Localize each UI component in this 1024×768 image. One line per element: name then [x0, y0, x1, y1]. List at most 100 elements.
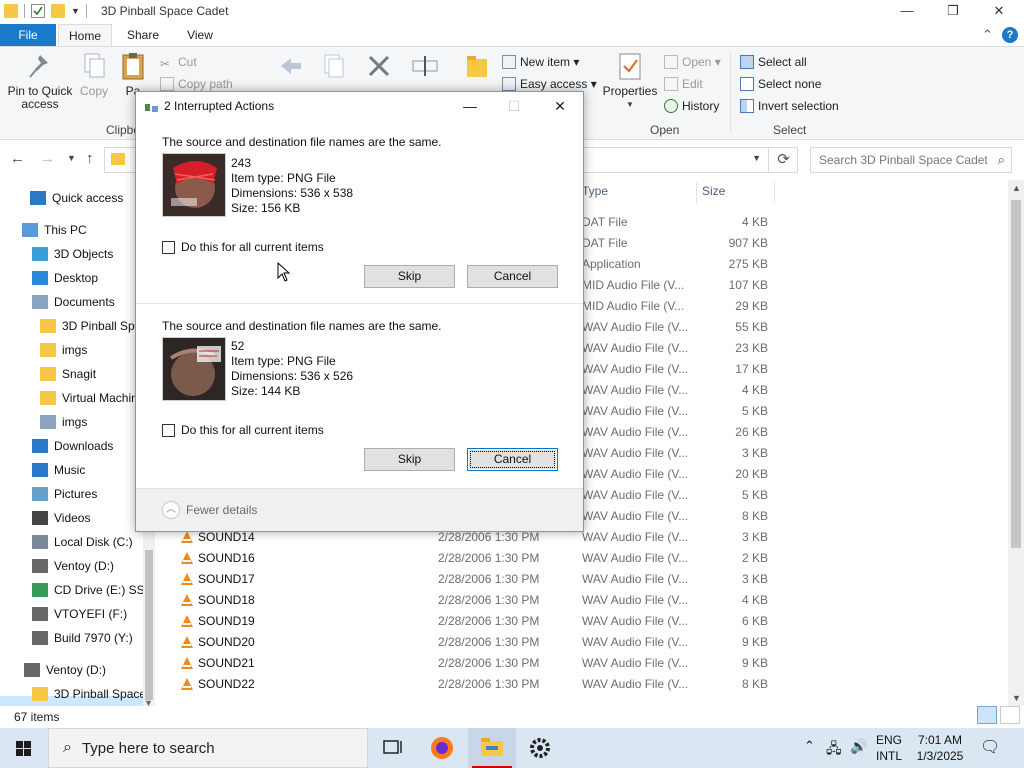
column-header-size[interactable]: Size: [702, 184, 725, 198]
history-button[interactable]: History: [664, 97, 719, 115]
file-row[interactable]: SOUND19 2/28/2006 1:30 PM WAV Audio File (…: [160, 611, 1000, 632]
help-icon[interactable]: ?: [1002, 27, 1018, 43]
show-hidden-icons-chevron-icon[interactable]: ⌃: [804, 738, 815, 754]
star-icon: [30, 191, 46, 205]
file-size: 23 KB: [735, 341, 768, 355]
nav-item[interactable]: 3D Pinball Space: [32, 683, 143, 705]
nav-item[interactable]: This PC: [22, 219, 143, 241]
open-button[interactable]: Open ▾: [664, 53, 721, 71]
notifications-icon[interactable]: 🗨: [980, 737, 1000, 757]
settings-gear-icon[interactable]: [516, 728, 564, 768]
properties-check-icon[interactable]: [31, 4, 45, 18]
language-indicator[interactable]: ENG INTL: [876, 732, 902, 764]
maximize-button[interactable]: ❐: [930, 0, 976, 24]
properties-button[interactable]: Properties ▼: [600, 51, 660, 111]
pin-to-quick-access-button[interactable]: Pin to Quick access: [6, 51, 74, 111]
copy-to-button[interactable]: [318, 51, 348, 85]
start-button[interactable]: [0, 728, 48, 768]
nav-item[interactable]: Desktop: [32, 267, 143, 289]
volume-icon[interactable]: 🔊: [850, 738, 867, 755]
cancel-button[interactable]: Cancel: [467, 265, 558, 288]
back-arrow-icon[interactable]: ←: [10, 150, 25, 167]
nav-item[interactable]: Ventoy (D:): [32, 555, 143, 577]
minimize-button[interactable]: —: [884, 0, 930, 24]
search-input[interactable]: Search 3D Pinball Space Cadet ⌕: [810, 147, 1012, 173]
dialog-close-button[interactable]: ✕: [538, 94, 582, 120]
dialog-minimize-button[interactable]: —: [448, 94, 492, 120]
nav-item[interactable]: VTOYEFI (F:): [32, 603, 143, 625]
copy-button[interactable]: Copy: [76, 51, 112, 98]
file-row[interactable]: SOUND17 2/28/2006 1:30 PM WAV Audio File (…: [160, 569, 1000, 590]
details-view-icon[interactable]: [977, 706, 997, 724]
file-size: 20 KB: [735, 467, 768, 481]
nav-item[interactable]: 3D Objects: [32, 243, 143, 265]
collapse-ribbon-chevron-icon[interactable]: ⌃: [982, 27, 993, 43]
skip-button[interactable]: Skip: [364, 265, 455, 288]
file-row[interactable]: SOUND16 2/28/2006 1:30 PM WAV Audio File (…: [160, 548, 1000, 569]
file-row[interactable]: SOUND22 2/28/2006 1:30 PM WAV Audio File (…: [160, 674, 1000, 695]
customize-toolbar-chevron-icon[interactable]: ▼: [71, 6, 80, 16]
rename-button[interactable]: [408, 51, 442, 85]
nav-item[interactable]: Local Disk (C:): [32, 531, 143, 553]
fewer-details-toggle[interactable]: ︿ Fewer details: [162, 501, 257, 519]
tab-view[interactable]: View: [176, 24, 224, 46]
scrollbar-thumb[interactable]: [1011, 200, 1021, 548]
address-dropdown-chevron-icon[interactable]: ▼: [752, 153, 761, 163]
select-none-button[interactable]: Select none: [740, 75, 821, 93]
new-folder-button[interactable]: [462, 51, 492, 85]
apply-to-all-checkbox[interactable]: Do this for all current items: [162, 423, 324, 437]
properties-dropdown-icon[interactable]: ▼: [600, 98, 660, 111]
large-icons-view-icon[interactable]: [1000, 706, 1020, 724]
tab-share[interactable]: Share: [118, 24, 168, 46]
cancel-button[interactable]: Cancel: [467, 448, 558, 471]
clock[interactable]: 7:01 AM 1/3/2025: [914, 732, 966, 764]
nav-item[interactable]: imgs: [40, 411, 143, 433]
refresh-button[interactable]: ⟳: [768, 147, 798, 173]
task-view-button[interactable]: [368, 728, 416, 768]
nav-item[interactable]: Pictures: [32, 483, 143, 505]
taskbar-search-input[interactable]: ⌕ Type here to search: [48, 728, 368, 768]
nav-item[interactable]: Downloads: [32, 435, 143, 457]
file-row[interactable]: SOUND20 2/28/2006 1:30 PM WAV Audio File (…: [160, 632, 1000, 653]
firefox-button[interactable]: [418, 728, 466, 768]
delete-button[interactable]: [364, 51, 394, 85]
nav-item[interactable]: Music: [32, 459, 143, 481]
recent-locations-chevron-icon[interactable]: ▼: [67, 153, 76, 163]
cut-button[interactable]: ✂ Cut: [160, 53, 197, 71]
file-list-scrollbar[interactable]: ▲ ▼: [1008, 180, 1024, 706]
new-item-button[interactable]: New item ▾: [502, 53, 579, 71]
apply-to-all-checkbox[interactable]: Do this for all current items: [162, 240, 324, 254]
nav-item[interactable]: Snagit: [40, 363, 143, 385]
select-all-button[interactable]: Select all: [740, 53, 807, 71]
file-row[interactable]: SOUND21 2/28/2006 1:30 PM WAV Audio File (…: [160, 653, 1000, 674]
scroll-up-arrow-icon[interactable]: ▲: [1012, 183, 1021, 193]
nav-item[interactable]: 3D Pinball Spa: [40, 315, 143, 337]
invert-selection-button[interactable]: Invert selection: [740, 97, 839, 115]
nav-item[interactable]: Documents: [32, 291, 143, 313]
checkbox-box[interactable]: [162, 240, 175, 254]
skip-button[interactable]: Skip: [364, 448, 455, 471]
checkbox-box[interactable]: [162, 423, 175, 437]
move-to-button[interactable]: [276, 51, 306, 85]
nav-item[interactable]: Virtual Machin: [40, 387, 143, 409]
nav-item[interactable]: Build 7970 (Y:): [32, 627, 143, 649]
nav-item[interactable]: Ventoy (D:): [24, 659, 143, 681]
nav-item[interactable]: CD Drive (E:) SSS: [32, 579, 143, 601]
column-header-type[interactable]: Type: [582, 184, 608, 198]
file-row[interactable]: SOUND18 2/28/2006 1:30 PM WAV Audio File (…: [160, 590, 1000, 611]
nav-item[interactable]: Videos: [32, 507, 143, 529]
tab-home[interactable]: Home: [58, 24, 112, 46]
new-folder-icon[interactable]: [51, 4, 65, 18]
nav-item[interactable]: imgs: [40, 339, 143, 361]
tab-file[interactable]: File: [0, 24, 56, 46]
edit-button[interactable]: Edit: [664, 75, 703, 93]
select-group-label: Select: [773, 123, 807, 137]
forward-arrow-icon[interactable]: →: [40, 150, 55, 167]
network-icon[interactable]: 🖧: [826, 738, 842, 762]
file-explorer-taskbar-button[interactable]: [468, 728, 516, 768]
nav-item[interactable]: Quick access: [30, 187, 143, 209]
scroll-down-arrow-icon[interactable]: ▼: [1012, 693, 1021, 703]
close-button[interactable]: ✕: [976, 0, 1022, 24]
scrollbar-thumb[interactable]: [145, 550, 153, 700]
up-arrow-icon[interactable]: ↑: [86, 150, 94, 167]
